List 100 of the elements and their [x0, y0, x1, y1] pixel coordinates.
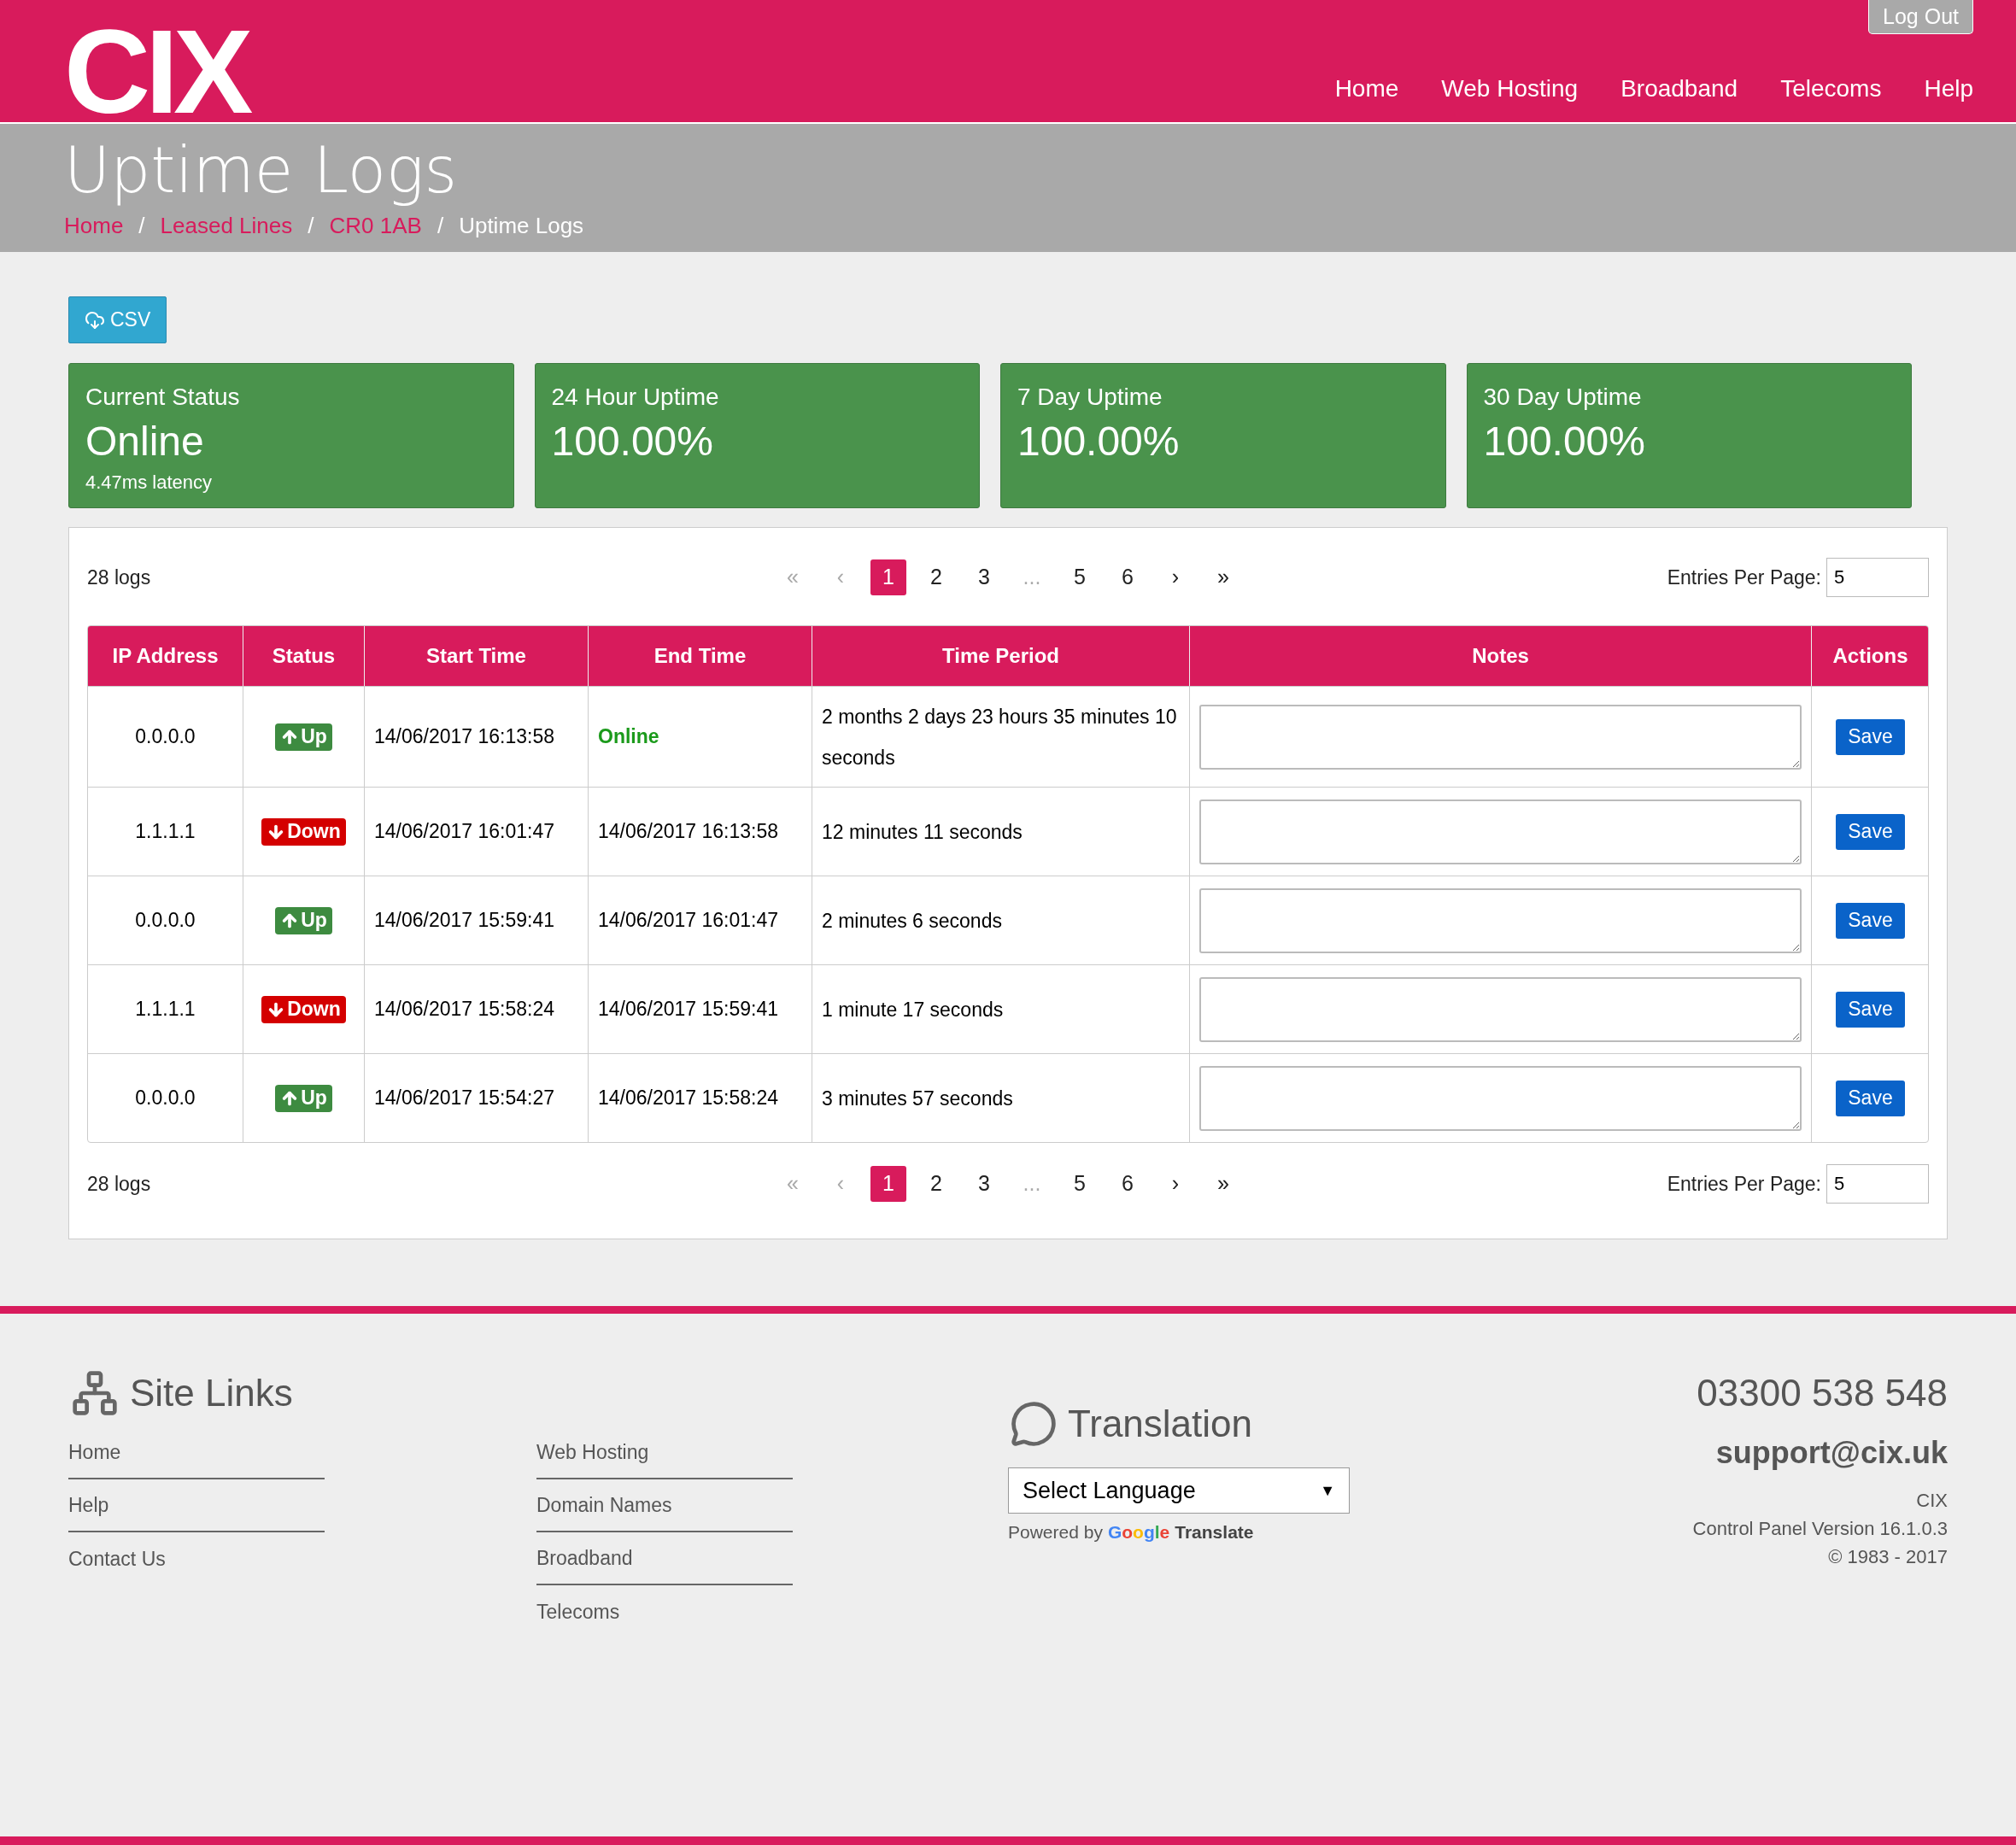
status-badge: Down — [261, 995, 346, 1023]
table-cell: 14/06/2017 16:01:47 — [588, 876, 812, 964]
table-cell-text: 0.0.0.0 — [134, 908, 196, 934]
version-text: Control Panel Version 16.1.0.3 — [1692, 1517, 1948, 1541]
breadcrumb-separator: / — [138, 212, 145, 240]
column-header: Notes — [1189, 626, 1811, 686]
pagination-link[interactable]: 5 — [1062, 1166, 1098, 1202]
table-cell-text: 1.1.1.1 — [134, 997, 196, 1022]
company-name: CIX — [1916, 1489, 1948, 1513]
column-header: Time Period — [812, 626, 1189, 686]
table-cell: 14/06/2017 16:13:58 — [364, 687, 588, 787]
pagination-link[interactable]: 1 — [870, 1166, 906, 1202]
email-link[interactable]: support@cix.uk — [1715, 1430, 1948, 1476]
notes-field[interactable] — [1199, 1065, 1802, 1131]
table-cell: 14/06/2017 15:59:41 — [588, 965, 812, 1053]
save-button[interactable]: Save — [1836, 718, 1905, 755]
table-cell: 12 minutes 11 seconds — [812, 788, 1189, 876]
cloud-download-icon — [85, 309, 105, 331]
footer-heading: Site Links — [130, 1371, 293, 1415]
breadcrumb-current: Uptime Logs — [459, 212, 584, 240]
log-count: 28 logs — [87, 565, 152, 590]
breadcrumb-separator: / — [437, 212, 444, 240]
table-cell: 1 minute 17 seconds — [812, 965, 1189, 1053]
pagination-link[interactable]: › — [1157, 1166, 1193, 1202]
entries-field[interactable]: 5 — [1826, 1164, 1929, 1204]
breadcrumb-separator: / — [308, 212, 314, 240]
save-button[interactable]: Save — [1836, 902, 1905, 939]
phone-number: 03300 538 548 — [1697, 1371, 1948, 1415]
pagination-link[interactable]: 6 — [1110, 1166, 1146, 1202]
notes-field[interactable] — [1199, 799, 1802, 864]
column-header: End Time — [588, 626, 812, 686]
table-cell: 2 months 2 days 23 hours 35 minutes 10 seconds — [812, 687, 1189, 787]
table-cell: 2 minutes 6 seconds — [812, 876, 1189, 964]
table-cell: 14/06/2017 16:13:58 — [588, 788, 812, 876]
entries-field[interactable]: 5 — [1826, 558, 1929, 597]
copyright-text: © 1983 - 2017 — [1828, 1545, 1948, 1569]
column-header: Start Time — [364, 626, 588, 686]
footer-link[interactable]: Telecoms — [536, 1585, 793, 1638]
notes-field[interactable] — [1199, 976, 1802, 1042]
logo[interactable]: CIX — [64, 12, 249, 122]
card-label: Current Status — [85, 383, 241, 412]
card-label: 24 Hour Uptime — [551, 383, 720, 412]
nav-link[interactable]: Home — [1334, 71, 1399, 107]
table-cell: 14/06/2017 15:54:27 — [364, 1054, 588, 1142]
notes-field[interactable] — [1199, 887, 1802, 953]
pagination-link[interactable]: 2 — [918, 559, 954, 595]
pagination-link[interactable]: 3 — [966, 1166, 1002, 1202]
entries-label: Entries Per Page: — [1667, 1171, 1821, 1197]
pagination-link[interactable]: 1 — [870, 559, 906, 595]
nav-link[interactable]: Web Hosting — [1441, 71, 1579, 107]
table-cell-text: 0.0.0.0 — [134, 1086, 196, 1111]
save-button[interactable]: Save — [1836, 813, 1905, 850]
footer-link[interactable]: Contact Us — [68, 1532, 325, 1585]
save-button[interactable]: Save — [1836, 991, 1905, 1028]
nav-link[interactable]: Broadband — [1620, 71, 1738, 107]
dropdown-caret-icon: ▼ — [1320, 1479, 1335, 1502]
footer-link[interactable]: Help — [68, 1479, 325, 1532]
footer-link[interactable]: Domain Names — [536, 1479, 793, 1532]
column-header: Status — [243, 626, 364, 686]
pagination-link[interactable]: » — [1205, 559, 1241, 595]
card-value: 100.00% — [551, 418, 714, 466]
notes-field[interactable] — [1199, 704, 1802, 770]
column-header: IP Address — [111, 643, 220, 669]
card-label: 7 Day Uptime — [1017, 383, 1163, 412]
card-value: Online — [85, 418, 205, 466]
card-label: 30 Day Uptime — [1483, 383, 1643, 412]
table-cell: 14/06/2017 16:01:47 — [364, 788, 588, 876]
status-badge: Up — [275, 1084, 332, 1112]
pagination-link[interactable]: 5 — [1062, 559, 1098, 595]
pagination-link[interactable]: 2 — [918, 1166, 954, 1202]
entries-label: Entries Per Page: — [1667, 565, 1821, 590]
card-value: 100.00% — [1483, 418, 1646, 466]
card-value: 100.00% — [1017, 418, 1181, 466]
footer-link[interactable]: Home — [68, 1426, 325, 1479]
status-badge: Down — [261, 817, 346, 846]
nav-link[interactable]: Telecoms — [1780, 71, 1882, 107]
log-count: 28 logs — [87, 1171, 152, 1197]
pagination-link[interactable]: 6 — [1110, 559, 1146, 595]
table-cell: 14/06/2017 15:58:24 — [364, 965, 588, 1053]
table-cell: Online — [588, 687, 812, 787]
footer-link[interactable]: Web Hosting — [536, 1426, 793, 1479]
google-logo: Google — [1107, 1521, 1170, 1543]
pagination-link[interactable]: 3 — [966, 559, 1002, 595]
status-badge: Up — [275, 723, 332, 751]
footer-link[interactable]: Broadband — [536, 1532, 793, 1585]
table-cell: 14/06/2017 15:59:41 — [364, 876, 588, 964]
pagination-link[interactable]: › — [1157, 559, 1193, 595]
translate-text: Translate — [1175, 1521, 1254, 1543]
pagination-link[interactable]: » — [1205, 1166, 1241, 1202]
nav-link[interactable]: Help — [1924, 71, 1973, 107]
powered-by-text: Powered by — [1008, 1521, 1103, 1543]
table-cell: 14/06/2017 15:58:24 — [588, 1054, 812, 1142]
table-cell-text: 1.1.1.1 — [134, 819, 196, 845]
page-title: Uptime Logs — [64, 136, 458, 204]
card-note: 4.47ms latency — [85, 471, 213, 495]
table-cell-text: 0.0.0.0 — [134, 724, 196, 750]
column-header: Actions — [1811, 626, 1928, 686]
table-cell: 3 minutes 57 seconds — [812, 1054, 1189, 1142]
language-select[interactable]: Select Language ▼ — [1008, 1467, 1350, 1514]
save-button[interactable]: Save — [1836, 1080, 1905, 1116]
